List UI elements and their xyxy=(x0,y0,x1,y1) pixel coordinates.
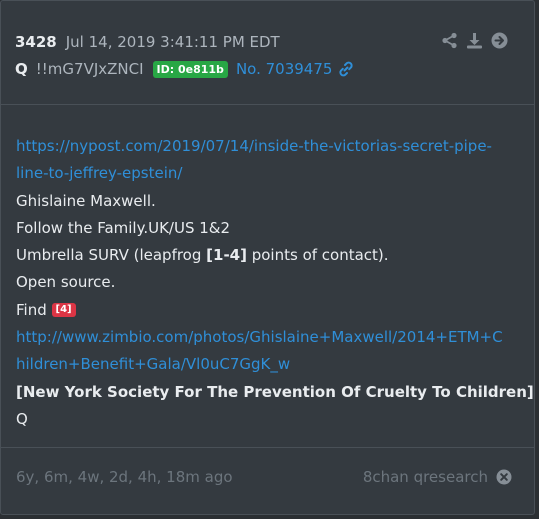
article-link-line-2[interactable]: line-to-jeffrey-epstein/ xyxy=(16,160,521,187)
body-text-line: Follow the Family.UK/US 1&2 xyxy=(16,218,231,237)
author-name: Q xyxy=(15,60,28,78)
body-bold-line: [New York Society For The Prevention Of … xyxy=(16,382,534,401)
post-footer: 6y, 6m, 4w, 2d, 4h, 18m ago 8chan qresea… xyxy=(1,447,534,516)
post-actions xyxy=(441,32,508,49)
post-date: Jul 14, 2019 3:41:11 PM EDT xyxy=(65,33,280,51)
post-meta-row: 3428 Jul 14, 2019 3:41:11 PM EDT xyxy=(15,32,280,52)
photo-link-line-2[interactable]: hildren+Benefit+Gala/Vl0uC7GgK_w xyxy=(16,351,521,378)
id-badge[interactable]: ID: 0e811b xyxy=(152,60,228,78)
post-link[interactable]: No. 7039475 xyxy=(236,60,332,78)
close-icon[interactable] xyxy=(496,469,512,485)
tripcode: !!mG7VJxZNCI xyxy=(35,60,144,78)
link-icon[interactable] xyxy=(337,60,355,78)
source-name: 8chan qresearch xyxy=(362,468,488,486)
body-text-line: Open source. xyxy=(16,273,116,292)
source-label: 8chan qresearch xyxy=(363,468,512,486)
post-author-row: Q !!mG7VJxZNCI ID: 0e811b No. 7039475 xyxy=(15,59,355,79)
body-text-line: Umbrella SURV (leapfrog [1-4] points of … xyxy=(16,242,521,269)
body-text-segment: points of contact). xyxy=(246,246,389,265)
time-ago: 6y, 6m, 4w, 2d, 4h, 18m ago xyxy=(16,468,233,486)
body-text-segment: Find xyxy=(16,300,52,319)
post-body: https://nypost.com/2019/07/14/inside-the… xyxy=(16,133,534,433)
arrow-right-circle-icon[interactable] xyxy=(491,32,508,49)
body-text-segment: Umbrella SURV (leapfrog xyxy=(16,246,207,265)
share-icon[interactable] xyxy=(441,32,458,49)
signature-line: Q xyxy=(16,409,28,428)
body-text-line: Ghislaine Maxwell. xyxy=(16,191,156,210)
post-card: 3428 Jul 14, 2019 3:41:11 PM EDT Q !!mG7… xyxy=(0,0,535,515)
reference-badge[interactable]: [4] xyxy=(51,303,76,318)
download-icon[interactable] xyxy=(466,32,483,49)
photo-link-line-1[interactable]: http://www.zimbio.com/photos/Ghislaine+M… xyxy=(16,324,521,351)
body-text-line: Find [4] xyxy=(16,297,521,324)
article-link-line-1[interactable]: https://nypost.com/2019/07/14/inside-the… xyxy=(16,133,521,160)
post-number: 3428 xyxy=(15,33,57,51)
post-header: 3428 Jul 14, 2019 3:41:11 PM EDT Q !!mG7… xyxy=(1,1,534,105)
body-bold-segment: [1-4] xyxy=(206,246,247,265)
